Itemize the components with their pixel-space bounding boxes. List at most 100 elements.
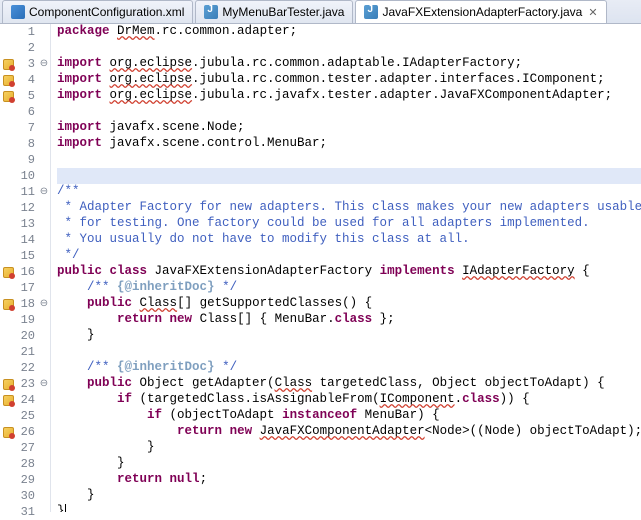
gutter-marker bbox=[0, 488, 16, 504]
code-line[interactable]: import javafx.scene.Node; bbox=[57, 120, 641, 136]
token-blk: (objectToAdapt bbox=[162, 408, 282, 422]
gutter-marker bbox=[0, 120, 16, 136]
line-number: 3 bbox=[16, 57, 38, 71]
error-icon bbox=[3, 299, 14, 310]
token-kw: class bbox=[335, 312, 373, 326]
token-cm: */ bbox=[215, 280, 238, 294]
code-line[interactable]: /** bbox=[57, 184, 641, 200]
code-line[interactable] bbox=[57, 344, 641, 360]
code-line[interactable]: } bbox=[57, 440, 641, 456]
code-line[interactable]: public Object getAdapter(Class targetedC… bbox=[57, 376, 641, 392]
token-kw: import bbox=[57, 72, 102, 86]
code-line[interactable] bbox=[57, 152, 641, 168]
token-blk bbox=[57, 376, 87, 390]
token-tag: {@inheritDoc} bbox=[117, 360, 215, 374]
token-kw: class bbox=[462, 392, 500, 406]
token-err: Class bbox=[140, 296, 178, 310]
token-kw: class bbox=[110, 264, 148, 278]
token-blk: JavaFXExtensionAdapterFactory bbox=[147, 264, 380, 278]
gutter-marker bbox=[0, 312, 16, 328]
code-line[interactable]: if (targetedClass.isAssignableFrom(IComp… bbox=[57, 392, 641, 408]
fold-toggle[interactable]: ⊖ bbox=[38, 58, 50, 70]
token-cm: /** bbox=[57, 184, 80, 198]
code-line[interactable] bbox=[57, 168, 641, 184]
code-line[interactable]: import org.eclipse.jubula.rc.common.test… bbox=[57, 72, 641, 88]
java-file-icon bbox=[204, 5, 218, 19]
code-line[interactable]: import javafx.scene.control.MenuBar; bbox=[57, 136, 641, 152]
token-blk bbox=[162, 312, 170, 326]
token-blk bbox=[57, 312, 117, 326]
error-icon bbox=[3, 75, 14, 86]
token-cm: /** bbox=[87, 280, 117, 294]
gutter-marker bbox=[0, 376, 16, 392]
line-number: 16 bbox=[16, 265, 38, 279]
code-line[interactable]: return new JavaFXComponentAdapter<Node>(… bbox=[57, 424, 641, 440]
gutter-marker bbox=[0, 408, 16, 424]
code-line[interactable]: public Class[] getSupportedClasses() { bbox=[57, 296, 641, 312]
code-line[interactable]: /** {@inheritDoc} */ bbox=[57, 280, 641, 296]
token-blk: javafx.scene.control.MenuBar; bbox=[102, 136, 327, 150]
code-line[interactable]: public class JavaFXExtensionAdapterFacto… bbox=[57, 264, 641, 280]
gutter-marker bbox=[0, 456, 16, 472]
code-line[interactable]: import org.eclipse.jubula.rc.javafx.test… bbox=[57, 88, 641, 104]
gutter-marker bbox=[0, 472, 16, 488]
token-blk bbox=[162, 472, 170, 486]
code-line[interactable]: /** {@inheritDoc} */ bbox=[57, 360, 641, 376]
gutter-marker bbox=[0, 40, 16, 56]
code-area[interactable]: package DrMem.rc.common.adapter; import o… bbox=[51, 24, 641, 512]
token-blk: )) { bbox=[500, 392, 530, 406]
token-blk bbox=[57, 408, 147, 422]
token-kw: new bbox=[230, 424, 253, 438]
token-blk: ; bbox=[200, 472, 208, 486]
token-err: JavaFXComponentAdapter bbox=[260, 424, 425, 438]
code-line[interactable]: */ bbox=[57, 248, 641, 264]
gutter-marker bbox=[0, 232, 16, 248]
token-blk: }; bbox=[372, 312, 395, 326]
token-blk: } bbox=[57, 440, 155, 454]
code-line[interactable]: return null; bbox=[57, 472, 641, 488]
code-line[interactable]: return new Class[] { MenuBar.class }; bbox=[57, 312, 641, 328]
token-cm: * You usually do not have to modify this… bbox=[57, 232, 470, 246]
token-cm: */ bbox=[57, 248, 80, 262]
java-file-icon bbox=[364, 5, 378, 19]
token-blk: .jubula.rc.common.adaptable.IAdapterFact… bbox=[192, 56, 522, 70]
token-blk bbox=[102, 56, 110, 70]
code-line[interactable]: if (objectToAdapt instanceof MenuBar) { bbox=[57, 408, 641, 424]
code-line[interactable] bbox=[57, 40, 641, 56]
editor-tab-0[interactable]: ComponentConfiguration.xml bbox=[2, 0, 193, 23]
code-line[interactable]: import org.eclipse.jubula.rc.common.adap… bbox=[57, 56, 641, 72]
code-line[interactable]: package DrMem.rc.common.adapter; bbox=[57, 24, 641, 40]
token-blk: } bbox=[57, 456, 125, 470]
code-line[interactable]: * You usually do not have to modify this… bbox=[57, 232, 641, 248]
editor-tab-2[interactable]: JavaFXExtensionAdapterFactory.java ✕ bbox=[355, 0, 606, 23]
code-line[interactable]: * for testing. One factory could be used… bbox=[57, 216, 641, 232]
code-line[interactable] bbox=[57, 104, 641, 120]
token-kw: null bbox=[170, 472, 200, 486]
code-line[interactable]: } bbox=[57, 328, 641, 344]
editor-tab-1[interactable]: MyMenuBarTester.java bbox=[195, 0, 353, 23]
gutter-marker bbox=[0, 440, 16, 456]
token-err: org.eclipse bbox=[110, 88, 193, 102]
code-line[interactable]: } bbox=[57, 456, 641, 472]
close-icon[interactable]: ✕ bbox=[588, 6, 597, 19]
code-line[interactable]: * Adapter Factory for new adapters. This… bbox=[57, 200, 641, 216]
token-kw: import bbox=[57, 56, 102, 70]
tab-label: MyMenuBarTester.java bbox=[222, 5, 344, 19]
code-line[interactable]: } bbox=[57, 488, 641, 504]
token-kw: package bbox=[57, 24, 110, 38]
gutter-marker bbox=[0, 72, 16, 88]
token-err: IAdapterFactory bbox=[462, 264, 575, 278]
line-number: 28 bbox=[16, 457, 38, 471]
token-blk: { bbox=[575, 264, 590, 278]
tab-label: JavaFXExtensionAdapterFactory.java bbox=[382, 5, 582, 19]
line-number: 7 bbox=[16, 121, 38, 135]
line-number: 29 bbox=[16, 473, 38, 487]
token-blk: Class[] { MenuBar. bbox=[192, 312, 335, 326]
token-kw: if bbox=[147, 408, 162, 422]
token-kw: import bbox=[57, 136, 102, 150]
line-number: 10 bbox=[16, 169, 38, 183]
fold-toggle[interactable]: ⊖ bbox=[38, 298, 50, 310]
code-line[interactable]: } bbox=[57, 504, 641, 512]
fold-toggle[interactable]: ⊖ bbox=[38, 186, 50, 198]
fold-toggle[interactable]: ⊖ bbox=[38, 378, 50, 390]
